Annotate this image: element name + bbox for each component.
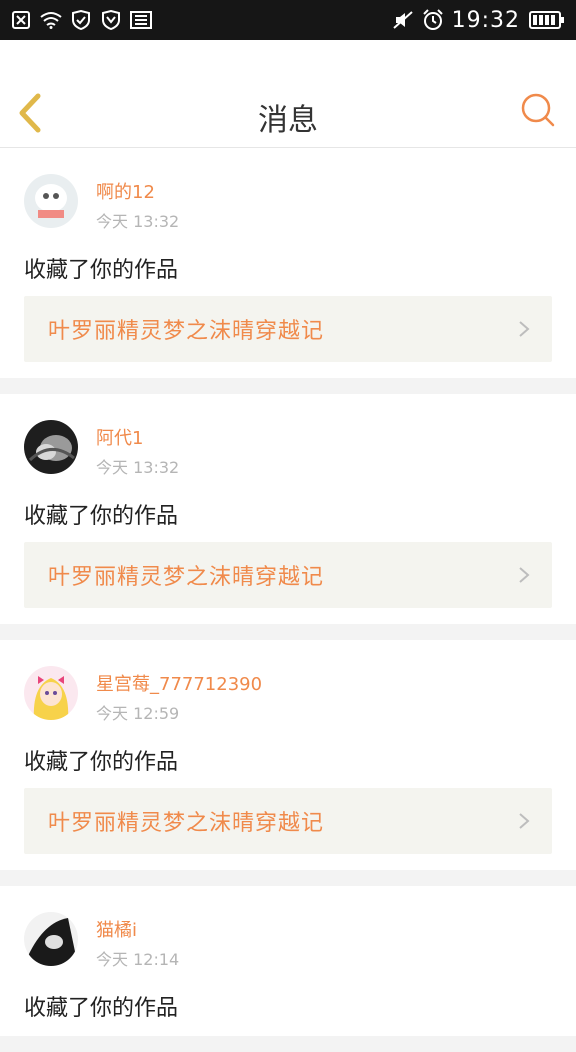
chevron-right-icon (519, 813, 530, 829)
shield-check-icon (70, 9, 92, 31)
status-bar-left (10, 9, 152, 31)
work-link[interactable]: 叶罗丽精灵梦之沫晴穿越记 (24, 296, 552, 362)
news-icon (130, 9, 152, 31)
message-list: 啊的12 今天 13:32 收藏了你的作品 叶罗丽精灵梦之沫晴穿越记 阿代1 今… (0, 148, 576, 1052)
message-time: 今天 12:59 (96, 704, 180, 723)
work-link[interactable]: 叶罗丽精灵梦之沫晴穿越记 (24, 542, 552, 608)
message-action: 收藏了你的作品 (24, 258, 179, 283)
alarm-icon (422, 9, 444, 31)
chevron-right-icon (519, 567, 530, 583)
message-time: 今天 13:32 (96, 212, 180, 231)
message-card: 星宫莓_777712390 今天 12:59 收藏了你的作品 叶罗丽精灵梦之沫晴… (0, 640, 576, 870)
battery-icon (528, 9, 566, 31)
navigation-bar: 消息 (0, 40, 576, 148)
mute-icon (392, 9, 414, 31)
status-time: 19:32 (451, 7, 520, 33)
username[interactable]: 星宫莓_777712390 (96, 670, 262, 696)
username[interactable]: 啊的12 (96, 178, 155, 204)
message-action: 收藏了你的作品 (24, 750, 179, 775)
search-button[interactable] (520, 92, 556, 128)
notification-close-icon (10, 9, 32, 31)
message-card: 啊的12 今天 13:32 收藏了你的作品 叶罗丽精灵梦之沫晴穿越记 (0, 148, 576, 378)
message-action: 收藏了你的作品 (24, 504, 179, 529)
search-icon (521, 93, 555, 127)
user-avatar[interactable] (24, 666, 78, 720)
message-card: 猫橘i 今天 12:14 收藏了你的作品 (0, 886, 576, 1036)
message-time: 今天 12:14 (96, 950, 180, 969)
message-card: 阿代1 今天 13:32 收藏了你的作品 叶罗丽精灵梦之沫晴穿越记 (0, 394, 576, 624)
user-avatar[interactable] (24, 912, 78, 966)
page-title: 消息 (258, 103, 318, 138)
user-avatar[interactable] (24, 174, 78, 228)
work-title: 叶罗丽精灵梦之沫晴穿越记 (48, 811, 325, 836)
message-action: 收藏了你的作品 (24, 996, 179, 1021)
work-link[interactable]: 叶罗丽精灵梦之沫晴穿越记 (24, 788, 552, 854)
username[interactable]: 阿代1 (96, 424, 143, 450)
work-title: 叶罗丽精灵梦之沫晴穿越记 (48, 319, 325, 344)
chevron-right-icon (519, 321, 530, 337)
work-title: 叶罗丽精灵梦之沫晴穿越记 (48, 565, 325, 590)
message-time: 今天 13:32 (96, 458, 180, 477)
status-bar: 19:32 (0, 0, 576, 40)
status-bar-right: 19:32 (392, 8, 566, 33)
wifi-icon (40, 9, 62, 31)
user-avatar[interactable] (24, 420, 78, 474)
shield-icon (100, 9, 122, 31)
username[interactable]: 猫橘i (96, 916, 137, 942)
